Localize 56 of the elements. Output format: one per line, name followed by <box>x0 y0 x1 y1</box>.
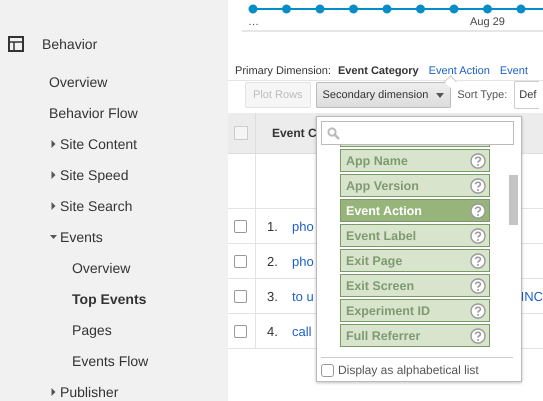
layout-icon <box>8 36 24 52</box>
select-all-checkbox[interactable] <box>234 126 248 140</box>
nav-group[interactable]: Publisher <box>60 384 118 400</box>
row-number: 3. <box>266 288 279 304</box>
help-icon[interactable] <box>470 252 486 268</box>
row-link[interactable]: to u <box>292 288 314 304</box>
row-link[interactable]: pho <box>292 218 314 234</box>
help-icon[interactable] <box>470 202 486 218</box>
table-cell-link[interactable]: INC <box>520 288 543 304</box>
nav-item[interactable]: Events Flow <box>72 352 148 368</box>
checkbox-label: Display as alphabetical list <box>338 363 479 377</box>
nav-group[interactable]: Events <box>60 228 103 244</box>
nav-item[interactable]: Overview <box>72 260 130 276</box>
row-number: 4. <box>266 324 279 338</box>
help-icon[interactable] <box>470 228 486 244</box>
help-icon[interactable] <box>470 302 486 318</box>
axis-label: Aug 29 <box>470 16 505 28</box>
nav-group[interactable]: Site Content <box>60 136 138 152</box>
axis-label: … <box>248 16 259 28</box>
row-number: 2. <box>266 254 279 268</box>
caret-right-icon[interactable] <box>50 170 57 178</box>
secondary-dimension-dropdown[interactable]: Secondary dimension <box>316 82 452 108</box>
dimension-link[interactable]: Event Category <box>338 65 419 77</box>
scrollbar-thumb[interactable] <box>509 175 518 225</box>
nav-item[interactable]: Top Events <box>72 290 146 306</box>
search-field[interactable] <box>321 121 514 145</box>
help-icon[interactable] <box>470 178 486 194</box>
caret-right-icon[interactable] <box>50 140 57 148</box>
nav-item[interactable]: Pages <box>72 322 112 338</box>
nav-item[interactable]: Overview <box>49 74 108 90</box>
help-icon[interactable] <box>470 152 486 168</box>
caret-right-icon[interactable] <box>50 202 57 210</box>
help-icon[interactable] <box>470 278 486 294</box>
caret-down-icon[interactable] <box>50 232 57 240</box>
dimension-link[interactable]: Event <box>500 65 528 77</box>
row-number: 1. <box>266 218 279 234</box>
alphabetical-checkbox[interactable] <box>321 364 334 376</box>
sort-type-label: Sort Type: <box>457 89 508 101</box>
caret-right-icon[interactable] <box>50 388 57 396</box>
row-checkbox[interactable] <box>234 290 247 302</box>
row-checkbox[interactable] <box>234 324 247 338</box>
dimension-link[interactable]: Event Action <box>428 65 490 77</box>
nav-item[interactable]: Behavior Flow <box>49 104 138 120</box>
row-checkbox[interactable] <box>234 220 247 232</box>
row-checkbox[interactable] <box>234 254 247 268</box>
sort-type-dropdown[interactable]: Def <box>514 81 540 109</box>
search-icon <box>327 126 340 140</box>
help-icon[interactable] <box>470 328 486 344</box>
nav-group[interactable]: Site Search <box>60 198 132 214</box>
nav-group[interactable]: Site Speed <box>60 166 128 182</box>
section-title[interactable]: Behavior <box>42 36 98 52</box>
dimension-label: Primary Dimension: <box>235 65 331 77</box>
column-header[interactable]: Event C <box>272 126 317 140</box>
row-link[interactable]: call <box>292 324 312 338</box>
caret-down-icon <box>436 92 444 98</box>
row-link[interactable]: pho <box>292 254 314 268</box>
